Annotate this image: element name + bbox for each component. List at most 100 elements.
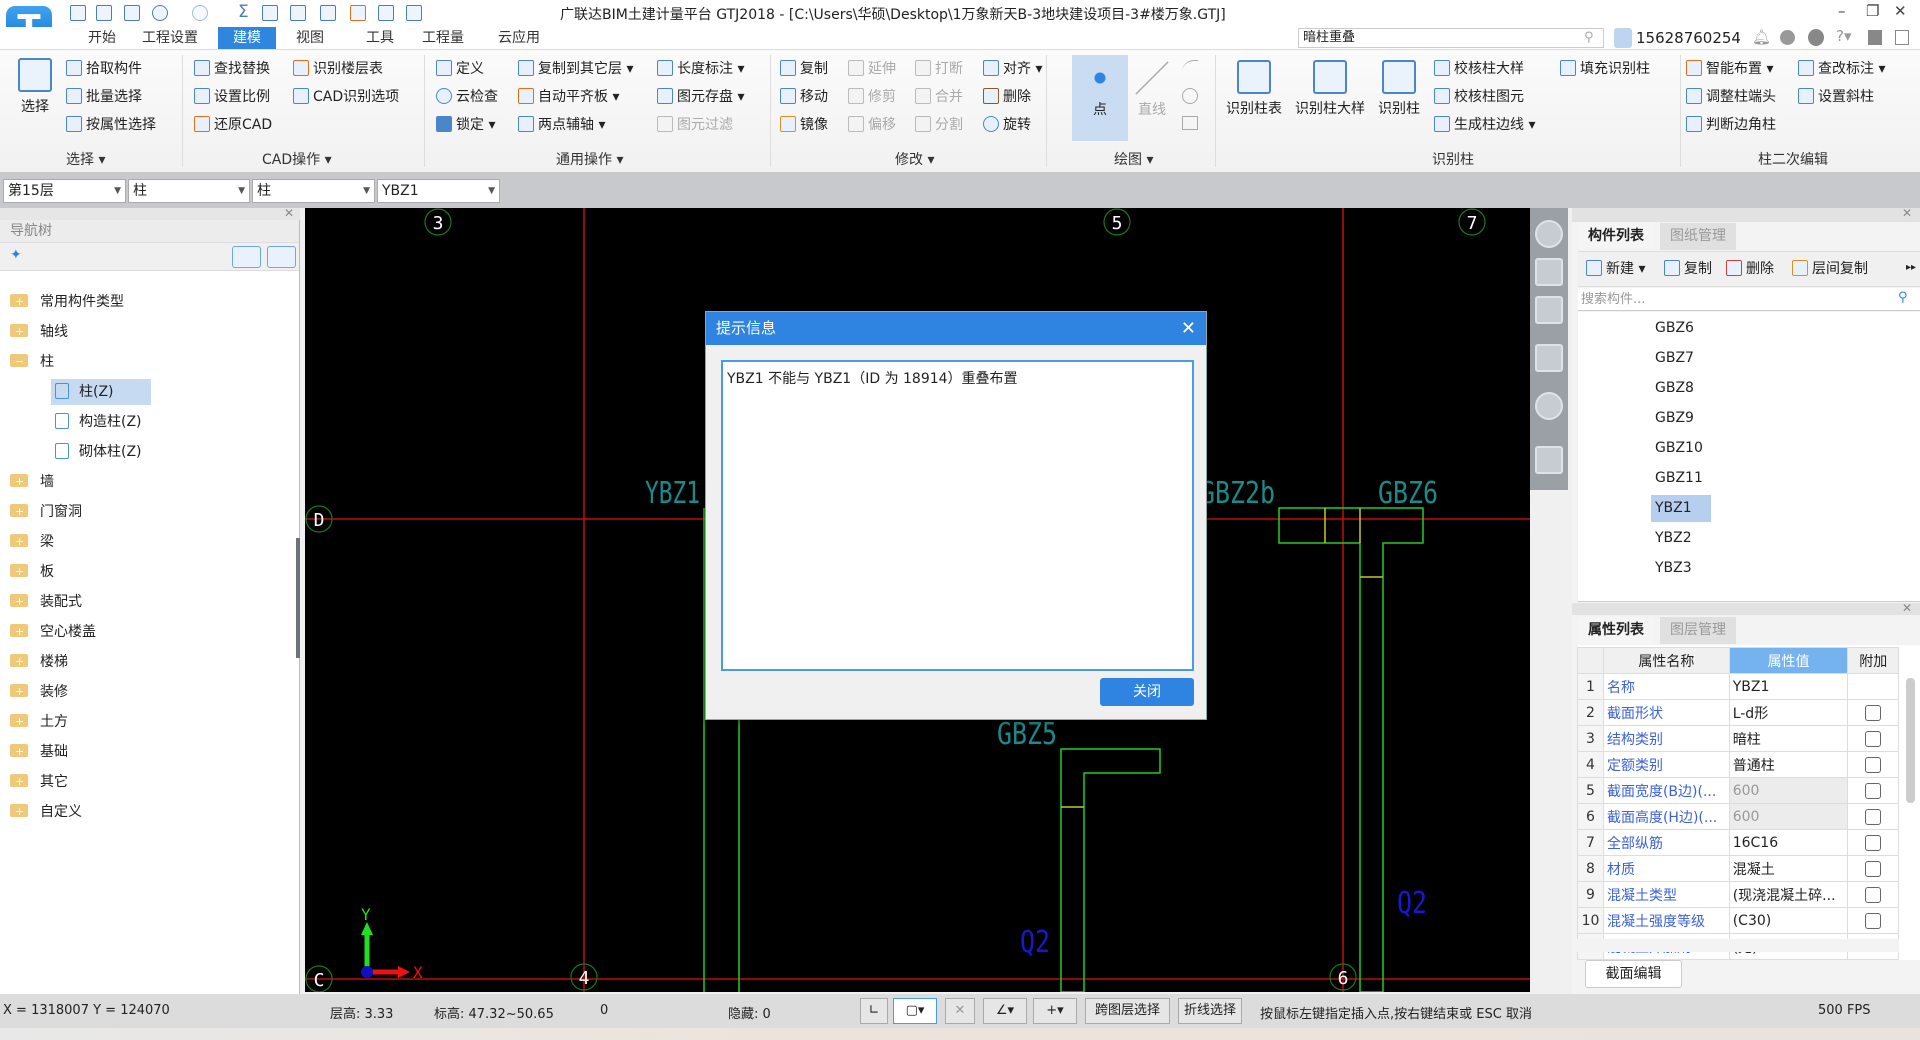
sum-icon[interactable]: Σ bbox=[238, 2, 249, 22]
trim-button[interactable]: 修剪 bbox=[848, 86, 896, 108]
auto-align-slab-button[interactable]: 自动平齐板 ▾ bbox=[518, 86, 619, 108]
group-label-cad[interactable]: CAD操作 ▾ bbox=[262, 149, 332, 169]
view-report-icon[interactable] bbox=[290, 5, 306, 21]
property-row[interactable]: 1 名称 YBZ1 bbox=[1577, 673, 1899, 700]
tab-project-settings[interactable]: 工程设置 bbox=[132, 27, 208, 49]
smart-layout-button[interactable]: 智能布置 ▾ bbox=[1686, 58, 1773, 80]
component-list-item[interactable]: YBZ1 bbox=[1651, 495, 1711, 522]
property-row[interactable]: 7 全部纵筋 16C16 bbox=[1577, 829, 1899, 856]
add-icon[interactable]: ✦ bbox=[10, 247, 22, 263]
rectangle-icon[interactable] bbox=[1182, 116, 1198, 130]
identify-floor-table-button[interactable]: 识别楼层表 bbox=[293, 58, 383, 80]
select-by-property-button[interactable]: 按属性选择 bbox=[66, 114, 156, 136]
tree-item-custom[interactable]: 自定义 bbox=[10, 799, 82, 825]
copy-component-button[interactable]: 复制 bbox=[1664, 258, 1712, 280]
component-list-item[interactable]: GBZ8 bbox=[1651, 375, 1711, 402]
property-row[interactable]: 6 截面高度(H边)(... 600 bbox=[1577, 803, 1899, 830]
check-column-element-button[interactable]: 校核柱图元 bbox=[1434, 86, 1524, 108]
component-select[interactable]: YBZ1 ▼ bbox=[377, 179, 500, 203]
extra-checkbox[interactable] bbox=[1865, 782, 1882, 799]
lock-button[interactable]: 锁定 ▾ bbox=[436, 114, 495, 136]
pick-component-button[interactable]: 拾取构件 bbox=[66, 58, 142, 80]
close-icon[interactable]: ✕ bbox=[1902, 206, 1912, 220]
check-column-detail-button[interactable]: 校核柱大样 bbox=[1434, 58, 1524, 80]
judge-corner-column-button[interactable]: 判断边角柱 bbox=[1686, 114, 1776, 136]
3d-view-icon[interactable] bbox=[1535, 258, 1563, 286]
extra-checkbox[interactable] bbox=[1865, 912, 1882, 929]
snap-icon[interactable]: ▢▾ bbox=[893, 998, 937, 1024]
merge-button[interactable]: 合并 bbox=[915, 86, 963, 108]
close-window-button[interactable]: ✕ bbox=[1894, 2, 1907, 20]
close-icon[interactable]: ✕ bbox=[1902, 601, 1912, 615]
draw-point-button[interactable]: 点 bbox=[1072, 55, 1128, 141]
rotate-button[interactable]: 旋转 bbox=[983, 114, 1031, 136]
tree-item-decoration[interactable]: 装修 bbox=[10, 679, 68, 705]
user-avatar-icon[interactable] bbox=[1614, 28, 1632, 48]
length-dimension-button[interactable]: 长度标注 ▾ bbox=[657, 58, 744, 80]
bell-icon[interactable]: 🔔︎ bbox=[1752, 28, 1771, 46]
list-view-icon[interactable] bbox=[232, 246, 261, 268]
cross-layer-select-button[interactable]: 跨图层选择 bbox=[1085, 998, 1170, 1024]
element-filter-button[interactable]: 图元过滤 bbox=[657, 114, 733, 136]
copy-between-floors-button[interactable]: 层间复制 bbox=[1792, 258, 1868, 280]
tree-item-earthwork[interactable]: 土方 bbox=[10, 709, 68, 735]
tree-item-other[interactable]: 其它 bbox=[10, 769, 68, 795]
detail-view-icon[interactable] bbox=[267, 246, 296, 268]
cross-icon[interactable]: ✕ bbox=[945, 998, 975, 1024]
user-phone[interactable]: 15628760254 bbox=[1636, 29, 1741, 47]
tree-item-wall[interactable]: 墙 bbox=[10, 469, 54, 495]
mirror-button[interactable]: 镜像 bbox=[780, 114, 828, 136]
grid-icon[interactable] bbox=[378, 5, 394, 21]
property-row[interactable]: 8 材质 混凝土 bbox=[1577, 855, 1899, 882]
property-row[interactable]: 10 混凝土强度等级 (C30) bbox=[1577, 907, 1899, 934]
align-button[interactable]: 对齐 ▾ bbox=[983, 58, 1042, 80]
report-icon[interactable] bbox=[262, 5, 278, 21]
section-edit-button[interactable]: 截面编辑 bbox=[1585, 960, 1682, 988]
tab-component-list[interactable]: 构件列表 bbox=[1578, 223, 1654, 250]
property-row[interactable]: 9 混凝土类型 (现浇混凝土碎... bbox=[1577, 881, 1899, 908]
component-list-item[interactable]: GBZ11 bbox=[1651, 465, 1711, 492]
rotate-view-icon[interactable] bbox=[1535, 392, 1563, 420]
function-search-input[interactable]: 暗柱重叠 bbox=[1298, 28, 1604, 48]
identify-column-detail-button[interactable]: 识别柱大样 bbox=[1290, 60, 1370, 118]
move-button[interactable]: 移动 bbox=[780, 86, 828, 108]
restore-cad-button[interactable]: 还原CAD bbox=[194, 114, 272, 136]
property-value[interactable]: YBZ1 bbox=[1728, 673, 1849, 700]
set-scale-button[interactable]: 设置比例 bbox=[194, 86, 270, 108]
save-elements-button[interactable]: 图元存盘 ▾ bbox=[657, 86, 744, 108]
minimize-button[interactable]: – bbox=[1838, 2, 1846, 20]
extend-button[interactable]: 延伸 bbox=[848, 58, 896, 80]
group-label-common[interactable]: 通用操作 ▾ bbox=[556, 149, 623, 169]
redo-icon[interactable] bbox=[192, 5, 208, 21]
dynamic-input-icon[interactable]: +▾ bbox=[1033, 998, 1077, 1024]
export-icon[interactable] bbox=[406, 5, 422, 21]
tree-item-masonry-column[interactable]: 砌体柱(Z) bbox=[51, 439, 142, 465]
scrollbar[interactable] bbox=[1906, 678, 1915, 803]
robot-icon[interactable] bbox=[1808, 29, 1824, 46]
collapse-ribbon-icon[interactable] bbox=[1895, 30, 1909, 45]
polyline-select-button[interactable]: 折线选择 bbox=[1178, 998, 1242, 1024]
copy-button[interactable]: 复制 bbox=[780, 58, 828, 80]
tree-item-door-window-opening[interactable]: 门窗洞 bbox=[10, 499, 82, 525]
calc-icon[interactable] bbox=[320, 5, 336, 21]
tree-item-axis[interactable]: 轴线 bbox=[10, 319, 68, 345]
extra-checkbox[interactable] bbox=[1865, 808, 1882, 825]
identify-column-table-button[interactable]: 识别柱表 bbox=[1222, 60, 1286, 118]
property-value[interactable]: 暗柱 bbox=[1728, 725, 1849, 752]
draw-line-button[interactable]: 直线 bbox=[1132, 61, 1172, 119]
property-value[interactable]: 混凝土 bbox=[1728, 855, 1849, 882]
component-list-item[interactable]: GBZ9 bbox=[1651, 405, 1711, 432]
property-value[interactable]: L-d形 bbox=[1728, 699, 1849, 726]
property-row[interactable]: 3 结构类别 暗柱 bbox=[1577, 725, 1899, 752]
two-point-axis-button[interactable]: 两点辅轴 ▾ bbox=[518, 114, 605, 136]
adjust-column-end-button[interactable]: 调整柱端头 bbox=[1686, 86, 1776, 108]
component-list-item[interactable]: YBZ3 bbox=[1651, 555, 1711, 582]
select-button[interactable]: 选择 bbox=[12, 58, 58, 116]
new-component-button[interactable]: 新建 ▾ bbox=[1586, 258, 1645, 280]
close-icon[interactable]: ✕ bbox=[284, 206, 294, 220]
top-view-icon[interactable] bbox=[1535, 296, 1563, 324]
extra-checkbox[interactable] bbox=[1865, 704, 1882, 721]
tree-item-beam[interactable]: 梁 bbox=[10, 529, 54, 555]
tab-tools[interactable]: 工具 bbox=[356, 27, 404, 49]
box-view-icon[interactable] bbox=[1535, 344, 1563, 372]
